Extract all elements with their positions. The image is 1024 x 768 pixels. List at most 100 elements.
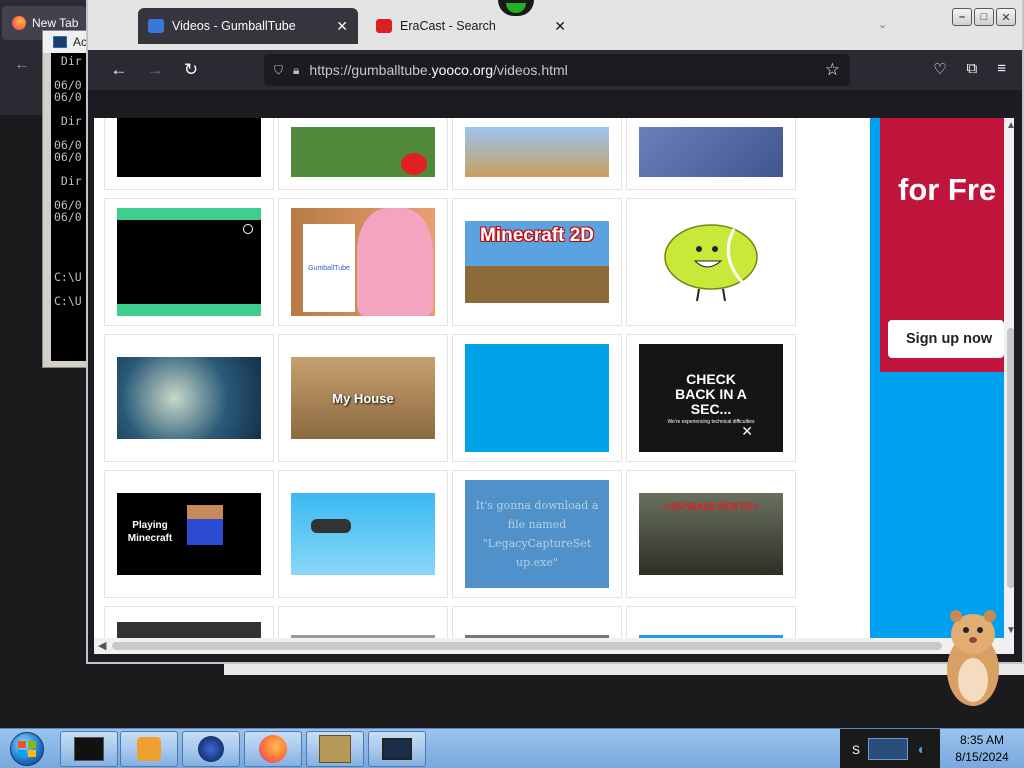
monitor-icon [382,738,412,760]
thumb-title: My House [332,390,394,406]
scroll-left-icon[interactable]: ◀ [98,639,106,652]
scroll-down-icon[interactable]: ▼ [1006,625,1014,636]
video-thumb-download-note[interactable]: It's gonna download a file named "Legacy… [465,480,609,588]
start-button[interactable] [4,730,50,768]
maximize-button[interactable]: □ [974,8,994,26]
video-card[interactable]: It's gonna download a file named "Legacy… [452,470,622,598]
vertical-scrollbar[interactable]: ▲ ▼ [1004,118,1014,638]
video-card[interactable] [104,334,274,462]
scroll-up-icon[interactable]: ▲ [1006,120,1014,131]
url-text[interactable]: https://gumballtube.yooco.org/videos.htm… [309,62,567,78]
thumb-title: Playing Minecraft [127,520,173,544]
url-bar[interactable]: ⛉ 🔒︎ https://gumballtube.yooco.org/video… [264,54,850,86]
url-path: /videos.html [493,62,568,78]
taskbar-app-hamster-box[interactable] [306,731,364,767]
navigation-toolbar: ← → ↻ ⛉ 🔒︎ https://gumballtube.yooco.org… [88,50,1022,90]
lock-icon[interactable]: 🔒︎ [293,63,299,78]
video-card[interactable] [278,118,448,190]
pink-rabbit-character [357,208,433,316]
back-arrow-icon[interactable]: ← [14,56,30,74]
firefox-icon [12,16,26,30]
video-card[interactable]: Minecraft 2D [452,198,622,326]
close-tab-icon[interactable]: ✕ [336,19,348,33]
forward-button[interactable]: → [142,58,168,82]
taskbar-app-firefox[interactable] [244,731,302,767]
bookmark-star-icon[interactable]: ☆ [825,60,840,80]
hamster-mascot-icon[interactable] [940,604,1006,708]
back-button[interactable]: ← [106,58,132,82]
video-thumb-playing-minecraft[interactable]: Playing Minecraft [117,493,261,575]
video-card[interactable] [452,118,622,190]
scrollbar-thumb[interactable] [1007,328,1014,588]
video-thumb-game-helicopter[interactable] [291,493,435,575]
video-thumb-anais[interactable]: GumballTube [291,208,435,316]
url-prefix: https://gumballtube. [309,62,432,78]
video-card[interactable]: Playing Minecraft [104,470,274,598]
video-thumb-check-back[interactable]: CHECK BACK IN A SEC... We're experiencin… [639,344,783,452]
globe-icon [198,736,224,762]
taskbar-app-media-player[interactable] [120,731,178,767]
terminal-icon [74,737,104,761]
extensions-icon[interactable]: ⧉ [967,60,978,78]
tab-videos-gumballtube[interactable]: Videos - GumballTube ✕ [138,8,358,44]
menu-icon[interactable]: ≡ [997,60,1006,78]
video-thumb[interactable] [117,622,261,638]
video-thumb-minecraft-sky[interactable] [639,127,783,177]
video-thumb-minecraft-2d[interactable]: Minecraft 2D [465,221,609,303]
gumballtube-favicon-icon [148,19,164,33]
video-card[interactable] [278,606,448,638]
ad-headline: for Fre [898,172,997,207]
network-icon[interactable] [868,738,908,760]
reload-button[interactable]: ↻ [178,58,204,82]
taskbar-app-monitor[interactable] [368,731,426,767]
video-thumb-blue[interactable] [465,344,609,452]
video-thumb-green-bars[interactable] [117,208,261,316]
clock-date: 8/15/2024 [955,750,1009,764]
video-card[interactable] [104,118,274,190]
clock[interactable]: 8:35 AM 8/15/2024 [940,729,1024,768]
list-all-tabs-icon[interactable]: ⌄ [878,18,887,31]
minimize-button[interactable]: – [952,8,972,26]
video-thumb-black[interactable] [117,118,261,177]
tab-eracast-search[interactable]: EraCast - Search ✕ [366,8,576,44]
background-tab-label: New Tab [32,16,79,30]
tab-label: Videos - GumballTube [172,19,296,33]
video-card[interactable] [626,198,796,326]
shield-icon[interactable]: ⛉ [274,63,283,78]
video-row: My House CHECK BACK IN A SEC... We're ex… [104,334,798,462]
close-window-button[interactable]: ✕ [996,8,1016,26]
close-tab-icon[interactable]: ✕ [554,19,566,33]
video-card[interactable] [104,606,274,638]
horizontal-scrollbar-thumb[interactable] [112,642,942,650]
video-thumb-tennis-ball[interactable] [639,221,783,303]
horizontal-scrollbar[interactable]: ◀ [94,638,1014,654]
video-card[interactable] [452,606,622,638]
video-card[interactable]: GumballTube [278,198,448,326]
cmd-icon [53,36,67,48]
video-card[interactable]: «ЗА*БАШ ЙОГО!» [626,470,796,598]
video-thumb-my-house[interactable]: My House [291,357,435,439]
video-card[interactable] [626,118,796,190]
channel-logo-icon [243,224,253,234]
taskbar-app-cmd[interactable] [60,731,118,767]
video-thumb-minecraft-village[interactable] [465,127,609,177]
video-card[interactable]: My House [278,334,448,462]
media-player-icon [137,737,161,761]
pocket-icon[interactable]: ♡ [933,60,946,78]
speaker-icon[interactable]: ◖ [916,741,924,757]
video-card[interactable]: CHECK BACK IN A SEC... We're experiencin… [626,334,796,462]
url-domain: yooco.org [431,62,494,78]
thumb-title: «ЗА*БАШ ЙОГО!» [663,501,759,513]
video-thumb-minecraft-field[interactable] [291,127,435,177]
hamster-box-icon [319,735,351,763]
video-card[interactable] [278,470,448,598]
video-thumb-fish-face[interactable] [117,357,261,439]
sidebar-advertisement[interactable]: for Fre Sign up now [870,118,1004,638]
video-card[interactable] [626,606,796,638]
video-card[interactable] [452,334,622,462]
sign-up-button[interactable]: Sign up now [888,320,1004,358]
taskbar-app-globe[interactable] [182,731,240,767]
video-row: GumballTube Minecraft 2D [104,198,798,326]
video-thumb-zabash[interactable]: «ЗА*БАШ ЙОГО!» [639,493,783,575]
video-card[interactable] [104,198,274,326]
